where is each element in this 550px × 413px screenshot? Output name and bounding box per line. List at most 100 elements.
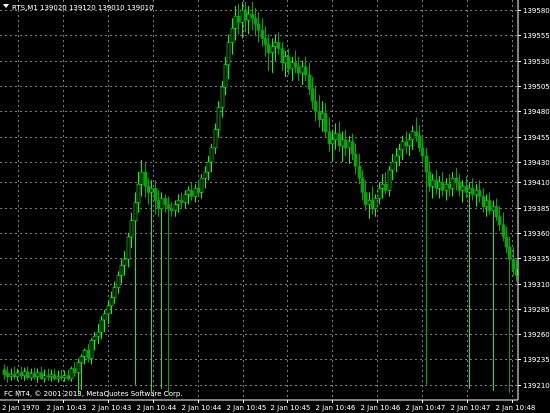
candle-body-bull — [69, 368, 74, 380]
y-tick-label: 139505 — [523, 83, 550, 91]
y-tick-label: 139235 — [523, 356, 550, 364]
candle-body-bear — [440, 181, 445, 191]
candle-body-bear — [263, 38, 268, 45]
candle-body-bull — [220, 86, 225, 108]
candle-body-bull — [467, 188, 472, 193]
candle-body-bull — [367, 200, 372, 205]
candle-body-bear — [360, 177, 365, 193]
candle-body-bear — [163, 198, 168, 205]
y-tick-label: 139210 — [523, 382, 550, 390]
candle-body-bull — [206, 161, 211, 173]
y-tick-label: 139335 — [523, 255, 550, 263]
y-tick-label: 139430 — [523, 159, 550, 167]
x-tick-label: 2 Jan 10:44 — [182, 404, 222, 412]
candle-body-bull — [149, 188, 154, 193]
candle-body-bear — [481, 196, 486, 207]
candle-body-bear — [434, 179, 439, 189]
candle-body-bear — [420, 147, 425, 157]
candle-body-bear — [414, 131, 419, 136]
y-tick-label: 139285 — [523, 306, 550, 314]
candle-body-bull — [193, 188, 198, 197]
candle-body-bear — [72, 368, 77, 373]
candle-body-bear — [487, 200, 492, 211]
candle-body-bear — [66, 375, 71, 380]
candle-body-bear — [357, 165, 362, 179]
candle-body-bear — [350, 141, 355, 155]
candle-body-bear — [32, 373, 37, 378]
candle-body-bull — [330, 139, 335, 145]
candle-body-bear — [166, 204, 171, 209]
candle-body-bear — [323, 113, 328, 132]
candle-body-bear — [404, 141, 409, 147]
candle-body-bull — [387, 169, 392, 191]
candle-body-bear — [424, 155, 429, 173]
candle-body-bull — [82, 350, 87, 357]
candle-body-bear — [457, 181, 462, 191]
candle-body-bear — [310, 88, 315, 102]
candle-body-bear — [293, 62, 298, 68]
candle-body-bull — [9, 374, 14, 378]
candle-body-bull — [223, 64, 228, 88]
candle-body-bear — [497, 216, 502, 226]
candle-body-bear — [511, 258, 516, 270]
candle-body-bear — [427, 171, 432, 187]
y-tick-label: 139385 — [523, 205, 550, 213]
candle-body-bull — [49, 374, 54, 378]
candle-body-bear — [253, 17, 258, 25]
candle-body-bull — [96, 331, 101, 337]
candle-body-bull — [173, 204, 178, 211]
candle-body-bear — [307, 74, 312, 90]
candle-body-bull — [347, 141, 352, 149]
candle-body-bear — [454, 177, 459, 183]
candle-body-bear — [276, 42, 281, 49]
candle-body-bull — [320, 113, 325, 120]
candle-body-bear — [383, 184, 388, 191]
candle-body-bear — [156, 200, 161, 209]
y-tick-label: 139360 — [523, 230, 550, 238]
y-tick-label: 139410 — [523, 179, 550, 187]
candle-body-bull — [89, 339, 94, 359]
candle-body-bear — [353, 153, 358, 167]
x-tick-label: 2 Jan 10:46 — [361, 404, 401, 412]
candle-body-bull — [444, 184, 449, 191]
candle-body-bear — [236, 15, 241, 23]
candle-body-bull — [484, 200, 489, 207]
candle-body-bear — [337, 133, 342, 147]
x-tick-label: 2 Jan 10:43 — [92, 404, 132, 412]
x-tick-label: 2 Jan 10:45 — [271, 404, 311, 412]
x-tick-label: 2 Jan 10:46 — [316, 404, 356, 412]
candlestick-chart[interactable]: 139580 139555 139530 139505 139480 139455 1394… — [0, 0, 550, 413]
candle-body-bear — [5, 372, 10, 378]
candle-body-bull — [407, 139, 412, 147]
candle-body-bear — [313, 100, 318, 112]
candle-body-bear — [189, 190, 194, 197]
candle-body-bear — [12, 374, 17, 378]
candle-body-bear — [2, 369, 7, 375]
candle-body-bear — [250, 13, 255, 19]
candle-body-bear — [143, 171, 148, 187]
candle-body-bull — [394, 155, 399, 163]
candle-body-bull — [126, 236, 131, 260]
candle-body-bull — [377, 188, 382, 199]
candle-body-bull — [199, 177, 204, 193]
candle-body-bull — [76, 362, 81, 373]
candle-body-bull — [122, 258, 127, 266]
candle-body-bull — [112, 287, 117, 299]
candle-body-bull — [139, 171, 144, 185]
candle-body-bull — [290, 62, 295, 70]
candle-body-bull — [176, 200, 181, 205]
candle-body-bull — [390, 161, 395, 171]
candle-body-bear — [46, 375, 51, 378]
candle-body-bear — [303, 66, 308, 76]
candle-body-bull — [380, 184, 385, 189]
candle-body-bull — [116, 275, 121, 288]
ohlc-label: 139020 139120 139010 139010 — [40, 4, 154, 12]
candle-body-bull — [273, 42, 278, 47]
y-tick-label: 139530 — [523, 58, 550, 66]
candle-body-bear — [504, 236, 509, 248]
candle-body-bull — [15, 372, 20, 378]
x-tick-label: 2 Jan 10:43 — [47, 404, 87, 412]
y-tick-label: 139310 — [523, 281, 550, 289]
candle-body-bear — [169, 208, 174, 211]
chart-header: RTS,M1 139020 139120 139010 139010 — [3, 4, 154, 12]
